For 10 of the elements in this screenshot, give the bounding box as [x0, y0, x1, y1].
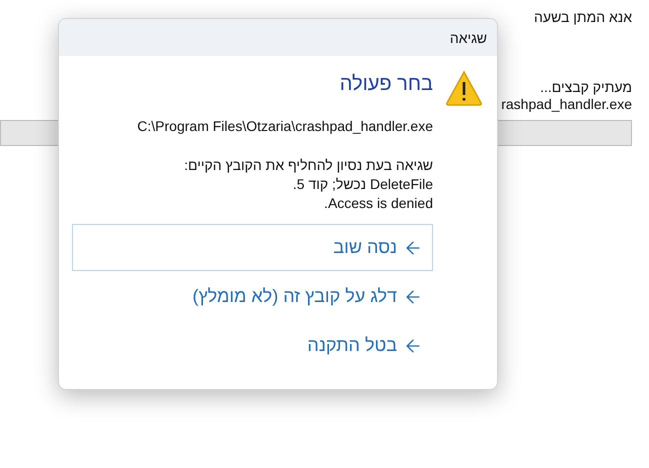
error-message-line: Access is denied. [324, 194, 433, 213]
status-text: מעתיק קבצים... [540, 79, 632, 96]
warning-icon [445, 70, 483, 106]
instruction-text: אנא המתן בשעה [534, 9, 632, 26]
error-message-line: DeleteFile נכשל; קוד 5. [292, 175, 433, 194]
option-button[interactable]: נסה שוב [72, 224, 433, 271]
error-message-line: שגיאה בעת נסיון להחליף את הקובץ הקיים: [184, 156, 433, 175]
file-name-text: rashpad_handler.exe [501, 96, 632, 113]
dialog-heading: בחר פעולה [340, 72, 433, 96]
dialog-title: שגיאה [450, 30, 487, 46]
